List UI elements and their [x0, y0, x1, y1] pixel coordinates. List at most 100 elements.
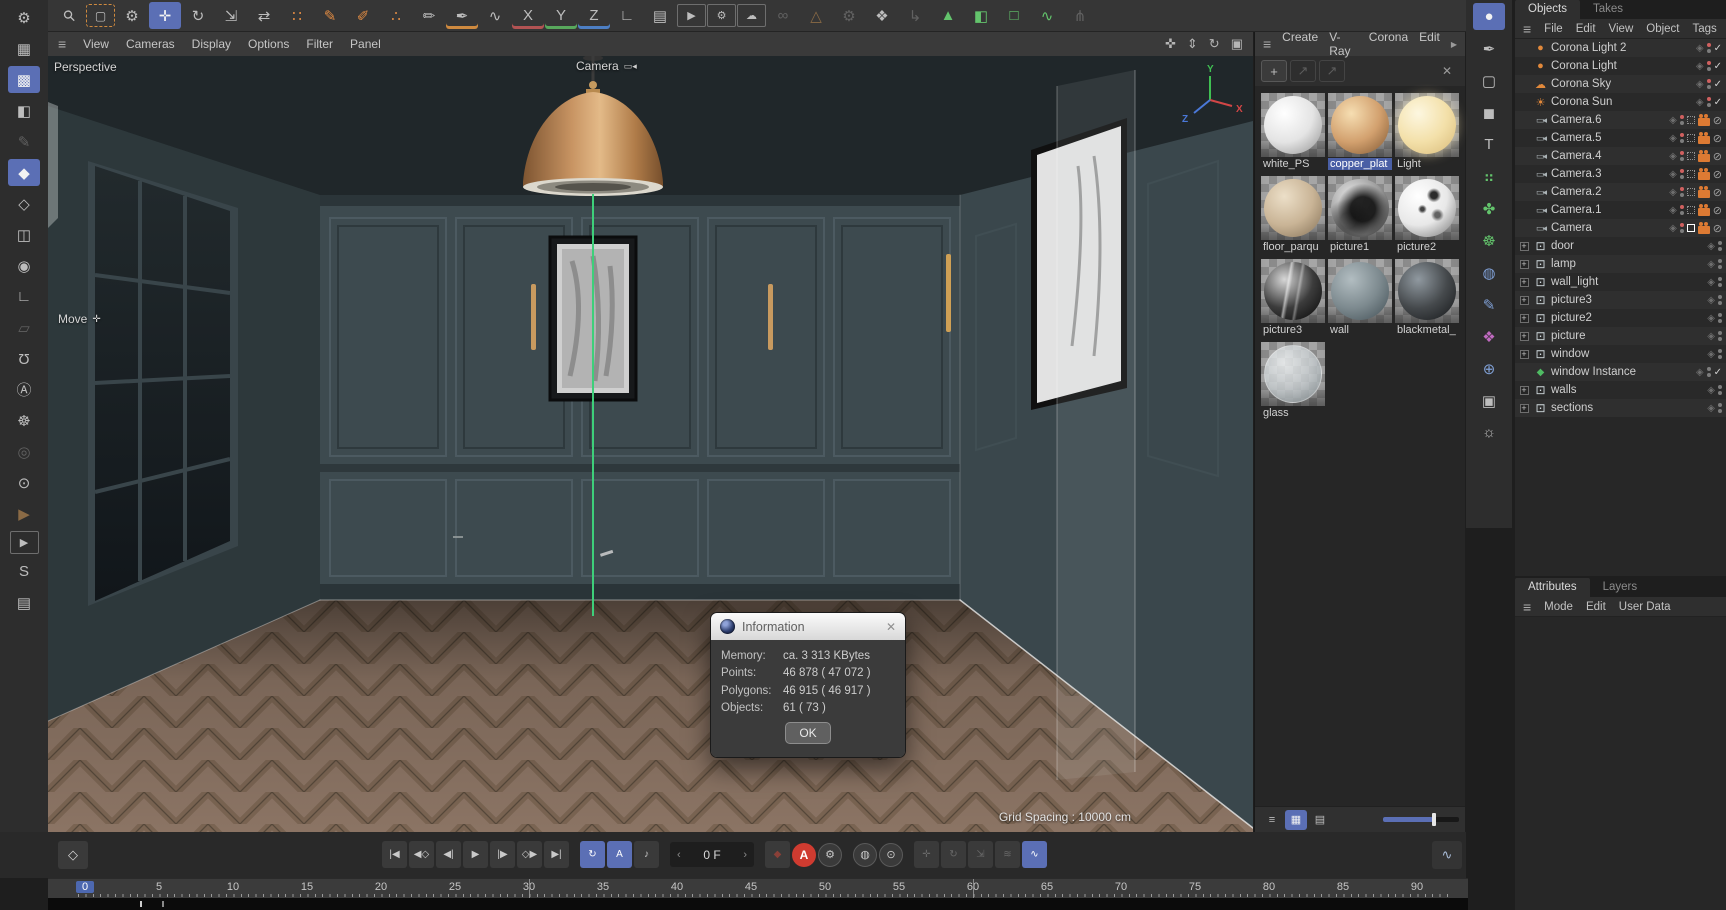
material-item[interactable]: picture2 [1395, 176, 1459, 253]
edge-mode-icon[interactable]: ◫ [8, 221, 40, 248]
render-camera-icon[interactable] [1697, 149, 1710, 162]
coord-system-icon[interactable]: ∟ [611, 2, 643, 29]
visibility-dots[interactable] [1706, 79, 1711, 89]
visibility-dots[interactable] [1679, 205, 1684, 215]
brush-icon[interactable]: ✏ [413, 2, 445, 29]
frame-field[interactable]: ‹ 0 F › [670, 842, 754, 867]
joint-tool-icon[interactable]: ⋔ [1064, 2, 1096, 29]
object-name[interactable]: sections [1551, 402, 1593, 414]
layer-icon[interactable]: ◈ [1707, 313, 1715, 324]
spline-draw-icon[interactable]: ✎ [1473, 291, 1505, 318]
object-name[interactable]: Camera.4 [1551, 150, 1602, 162]
material-item[interactable]: picture1 [1328, 176, 1392, 253]
polygon-mode-icon[interactable]: ◇ [8, 190, 40, 217]
grid-view-icon[interactable]: ▦ [1285, 809, 1307, 830]
layer-icon[interactable]: ◈ [1669, 169, 1677, 180]
goto-start-icon[interactable]: |◀ [382, 841, 407, 868]
plane-icon[interactable]: ▢ [1473, 67, 1505, 94]
viewport-menu-item[interactable]: Options [248, 37, 289, 51]
record-parameter-icon[interactable]: ≋ [995, 841, 1020, 868]
object-row[interactable]: + ● Corona Light ◈ ⊘ ✓ [1515, 57, 1726, 75]
record-rotation-icon[interactable]: ↻ [941, 841, 966, 868]
render-picture-viewer-icon[interactable]: ▶ [677, 4, 706, 27]
object-row[interactable]: + ▭◂ Camera ◈ ⊘ ✓ [1515, 219, 1726, 237]
timeline-tick[interactable]: 35 [566, 879, 640, 898]
render-camera-icon[interactable] [1697, 131, 1710, 144]
active-camera-icon[interactable] [1686, 206, 1695, 214]
preferences-icon[interactable]: ⚙ [8, 4, 40, 31]
timeline-tick[interactable]: 20 [344, 879, 418, 898]
corona-volume-icon[interactable]: □ [998, 2, 1030, 29]
object-row[interactable]: + ⊡ window ◈ ⊘ ✓ [1515, 345, 1726, 363]
material-item[interactable]: picture3 [1261, 259, 1325, 336]
material-name[interactable]: copper_plat [1328, 158, 1392, 170]
viewport-menu-item[interactable]: Filter [306, 37, 333, 51]
menu-overflow-icon[interactable]: ▶ [1451, 40, 1457, 49]
object-row[interactable]: + ⊡ door ◈ ⊘ ✓ [1515, 237, 1726, 255]
text-tool-icon[interactable]: T [1473, 131, 1505, 158]
object-name[interactable]: walls [1551, 384, 1577, 396]
texture-mode-icon[interactable]: ✎ [8, 128, 40, 155]
z-axis-icon[interactable]: Z [578, 2, 610, 29]
panel-tab[interactable]: Takes [1580, 0, 1636, 19]
layer-icon[interactable]: ◈ [1696, 61, 1704, 72]
rotate-icon[interactable]: ↻ [182, 2, 214, 29]
material-thumbnail[interactable] [1261, 176, 1325, 240]
point-mode-icon[interactable]: ◉ [8, 252, 40, 279]
globe-icon[interactable]: ⊕ [1473, 355, 1505, 382]
active-camera-icon[interactable] [1686, 116, 1695, 124]
layer-icon[interactable]: ◈ [1669, 133, 1677, 144]
visibility-dots[interactable] [1679, 133, 1684, 143]
object-row[interactable]: + ⊡ walls ◈ ⊘ ✓ [1515, 381, 1726, 399]
object-row[interactable]: + ▭◂ Camera.3 ◈ ⊘ ✓ [1515, 165, 1726, 183]
dialog-titlebar[interactable]: Information ✕ [711, 613, 905, 640]
viewport-menu-icon[interactable]: ≡ [58, 36, 66, 52]
layer-icon[interactable]: ◈ [1707, 349, 1715, 360]
material-thumbnail[interactable] [1261, 93, 1325, 157]
center-axis-icon[interactable]: ❖ [866, 2, 898, 29]
target-icon[interactable]: ◎ [8, 438, 40, 465]
layer-view-icon[interactable]: ▤ [1309, 810, 1331, 830]
material-thumbnail[interactable] [1395, 93, 1459, 157]
timeline-tick[interactable]: 65 [1010, 879, 1084, 898]
object-name[interactable]: Camera.5 [1551, 132, 1602, 144]
timeline-tick[interactable]: 10 [196, 879, 270, 898]
visibility-dots[interactable] [1706, 61, 1711, 71]
pen-tool-icon[interactable]: ✒ [446, 2, 478, 29]
object-name[interactable]: picture3 [1551, 294, 1592, 306]
visibility-dots[interactable] [1718, 241, 1722, 251]
visibility-dots[interactable] [1718, 259, 1722, 269]
goto-end-icon[interactable]: ▶| [544, 841, 569, 868]
autokey-icon[interactable]: A [792, 842, 816, 867]
object-row[interactable]: + ⊡ lamp ◈ ⊘ ✓ [1515, 255, 1726, 273]
workplane-mode-icon[interactable]: ▱ [8, 314, 40, 341]
timeline-ruler[interactable]: 0 5 10 15 20 25 30 35 40 45 50 55 60 65 … [48, 878, 1468, 899]
attributes-menu-item[interactable]: Edit [1586, 601, 1606, 613]
corona-scatter-icon[interactable]: ◧ [965, 2, 997, 29]
material-name[interactable]: glass [1261, 407, 1325, 419]
expand-icon[interactable]: + [1519, 385, 1529, 395]
enabled-check-icon[interactable]: ✓ [1714, 367, 1722, 378]
object-row[interactable]: + ▭◂ Camera.6 ◈ ⊘ ✓ [1515, 111, 1726, 129]
render-camera-icon[interactable] [1697, 167, 1710, 180]
active-camera-icon[interactable] [1686, 224, 1695, 232]
rotation-key-icon[interactable]: ⊙ [879, 842, 903, 867]
dolly-icon[interactable]: ⇕ [1187, 36, 1198, 52]
object-row[interactable]: + ⊡ wall_light ◈ ⊘ ✓ [1515, 273, 1726, 291]
prev-key-icon[interactable]: ◀◇ [409, 841, 434, 868]
enabled-check-icon[interactable]: ✓ [1714, 97, 1722, 108]
material-name[interactable]: wall [1328, 324, 1392, 336]
object-menu-icon[interactable]: ≡ [1523, 21, 1531, 37]
record-pla-icon[interactable]: ∿ [1022, 841, 1047, 868]
timeline-tick[interactable]: 45 [714, 879, 788, 898]
object-row[interactable]: + ☀ Corona Sun ◈ ⊘ ✓ [1515, 93, 1726, 111]
timeline-tick[interactable]: 75 [1158, 879, 1232, 898]
material-item[interactable]: white_PS [1261, 93, 1325, 170]
ok-button[interactable]: OK [785, 722, 831, 744]
timeline-tick[interactable]: 5 [122, 879, 196, 898]
object-row[interactable]: + ▭◂ Camera.4 ◈ ⊘ ✓ [1515, 147, 1726, 165]
object-name[interactable]: wall_light [1551, 276, 1598, 288]
record-key-icon[interactable]: ◆ [765, 841, 790, 868]
visibility-dots[interactable] [1679, 223, 1684, 233]
object-menu-item[interactable]: Object [1646, 23, 1679, 35]
